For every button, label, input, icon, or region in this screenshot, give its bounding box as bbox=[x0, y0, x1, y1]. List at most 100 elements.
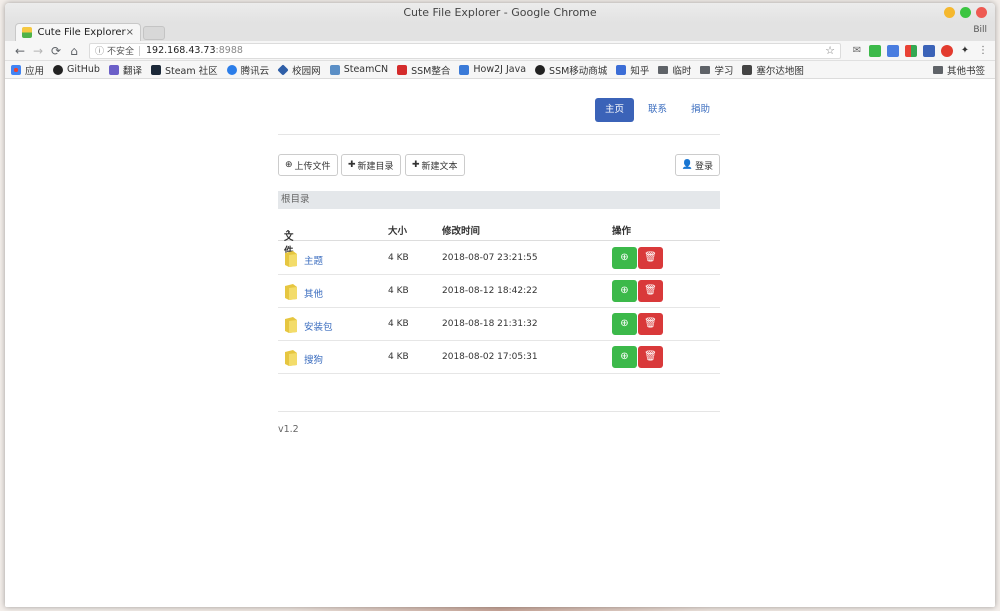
tab-cute-file-explorer[interactable]: Cute File Explorer × bbox=[15, 23, 141, 41]
page-content: 主页 联系 捐助 ⊕ 上传文件 ✚ 新建目录 ✚ 新建文本 👤 登录 根目录 文件 ⌃ 大… bbox=[5, 81, 995, 607]
modified-time: 2018-08-12 18:42:22 bbox=[442, 286, 538, 296]
sort-asc-icon: ⌃ bbox=[284, 229, 292, 240]
menu-dots-icon[interactable]: ⋮ bbox=[977, 45, 989, 57]
bookmark-ssm-mall[interactable]: SSM移动商城 bbox=[535, 63, 607, 77]
header-ops: 操作 bbox=[612, 226, 632, 237]
delete-button[interactable]: 🗑 bbox=[638, 280, 663, 302]
bookmark-tencent-cloud[interactable]: 腾讯云 bbox=[226, 63, 269, 77]
github-icon bbox=[53, 64, 64, 75]
window-title: Cute File Explorer - Google Chrome bbox=[403, 6, 597, 19]
header-mtime: 修改时间 bbox=[442, 226, 481, 237]
table-row: 安装包 4 KB 2018-08-18 21:31:32 ⊕ 🗑 bbox=[278, 308, 720, 341]
bookmark-steam-community[interactable]: Steam 社区 bbox=[150, 63, 218, 77]
bookmark-ssm[interactable]: SSM整合 bbox=[397, 63, 450, 77]
breadcrumb[interactable]: 根目录 bbox=[278, 191, 720, 209]
plus-icon: ✚ bbox=[348, 160, 356, 170]
map-icon bbox=[742, 64, 753, 75]
bookmark-temp[interactable]: 临时 bbox=[658, 63, 691, 77]
extensions: ✉ ✦ ⋮ bbox=[851, 44, 989, 57]
bookmark-apps[interactable]: 应用 bbox=[11, 63, 44, 77]
folder-icon bbox=[285, 317, 297, 333]
minimize-button[interactable] bbox=[944, 7, 955, 18]
folder-link[interactable]: 安装包 bbox=[304, 319, 333, 333]
nav-donate[interactable]: 捐助 bbox=[681, 98, 720, 122]
address-bar[interactable]: ⓘ 不安全 192.168.43.73 :8988 ☆ bbox=[89, 42, 841, 59]
browser-window: Cute File Explorer - Google Chrome Cute … bbox=[5, 3, 995, 607]
tab-strip: Cute File Explorer × Bill bbox=[5, 23, 995, 41]
action-toolbar: ⊕ 上传文件 ✚ 新建目录 ✚ 新建文本 👤 登录 bbox=[278, 154, 720, 176]
download-button[interactable]: ⊕ bbox=[612, 313, 637, 335]
ssm-icon bbox=[397, 64, 408, 75]
modified-time: 2018-08-02 17:05:31 bbox=[442, 352, 538, 362]
bookmark-study[interactable]: 学习 bbox=[700, 63, 733, 77]
top-navigation: 主页 联系 捐助 bbox=[594, 98, 720, 122]
file-size: 4 KB bbox=[388, 319, 409, 329]
delete-button[interactable]: 🗑 bbox=[638, 346, 663, 368]
security-label: 不安全 bbox=[107, 47, 135, 57]
close-window-button[interactable] bbox=[976, 7, 987, 18]
bookmark-zelda-map[interactable]: 塞尔达地图 bbox=[742, 63, 804, 77]
bookmark-steamcn[interactable]: SteamCN bbox=[329, 64, 388, 75]
nav-home[interactable]: 主页 bbox=[594, 98, 634, 122]
other-bookmarks[interactable]: 其他书签 bbox=[932, 61, 985, 79]
apps-grid-icon bbox=[11, 64, 21, 75]
bookmark-how2j[interactable]: How2J Java bbox=[459, 64, 526, 75]
home-icon[interactable]: ⌂ bbox=[65, 44, 83, 58]
footer-divider bbox=[278, 411, 720, 412]
maximize-button[interactable] bbox=[960, 7, 971, 18]
download-button[interactable]: ⊕ bbox=[612, 280, 637, 302]
download-button[interactable]: ⊕ bbox=[612, 247, 637, 269]
how2j-icon bbox=[459, 64, 470, 75]
puzzle-extension-icon[interactable] bbox=[923, 44, 935, 57]
trash-icon: 🗑 bbox=[644, 351, 657, 362]
header-size: 大小 bbox=[388, 226, 408, 237]
shield-icon[interactable] bbox=[869, 44, 881, 57]
folder-link[interactable]: 其他 bbox=[304, 286, 323, 300]
steam-icon bbox=[150, 64, 161, 75]
trash-icon: 🗑 bbox=[644, 318, 657, 329]
tab-close-icon[interactable]: × bbox=[126, 27, 134, 38]
reload-icon[interactable]: ⟳ bbox=[47, 44, 65, 58]
file-size: 4 KB bbox=[388, 352, 409, 362]
tampermonkey-icon[interactable]: ✦ bbox=[959, 45, 971, 57]
profile-name[interactable]: Bill bbox=[973, 25, 987, 35]
trash-icon: 🗑 bbox=[644, 252, 657, 263]
download-icon: ⊕ bbox=[620, 252, 629, 263]
bookmark-campus-net[interactable]: 校园网 bbox=[277, 63, 321, 77]
back-arrow-icon[interactable]: ← bbox=[11, 44, 29, 58]
header-divider bbox=[278, 134, 720, 135]
translate-icon[interactable] bbox=[887, 44, 899, 57]
delete-button[interactable]: 🗑 bbox=[638, 313, 663, 335]
window-controls bbox=[944, 7, 987, 18]
new-tab-button[interactable] bbox=[143, 26, 165, 40]
bookmark-zhihu[interactable]: 知乎 bbox=[616, 63, 649, 77]
user-icon: 👤 bbox=[681, 160, 693, 170]
address-divider bbox=[139, 45, 141, 56]
folder-link[interactable]: 搜狗 bbox=[304, 352, 323, 366]
file-size: 4 KB bbox=[388, 286, 409, 296]
grid-extension-icon[interactable] bbox=[905, 44, 917, 57]
info-icon[interactable]: ⓘ bbox=[95, 44, 107, 57]
new-directory-button[interactable]: ✚ 新建目录 bbox=[341, 154, 401, 176]
location-pin-icon[interactable] bbox=[941, 44, 953, 57]
folder-icon bbox=[285, 284, 297, 300]
bookmark-github[interactable]: GitHub bbox=[53, 64, 100, 75]
folder-link[interactable]: 主题 bbox=[304, 253, 323, 267]
forward-arrow-icon[interactable]: → bbox=[29, 44, 47, 58]
login-button[interactable]: 👤 登录 bbox=[674, 154, 720, 176]
new-text-button[interactable]: ✚ 新建文本 bbox=[405, 154, 465, 176]
bookmark-translate[interactable]: 翻译 bbox=[108, 63, 142, 77]
download-icon: ⊕ bbox=[620, 351, 629, 362]
zhihu-icon bbox=[616, 64, 627, 75]
download-button[interactable]: ⊕ bbox=[612, 346, 637, 368]
delete-button[interactable]: 🗑 bbox=[638, 247, 663, 269]
upload-file-button[interactable]: ⊕ 上传文件 bbox=[278, 154, 338, 176]
url-port: :8988 bbox=[215, 45, 243, 56]
nav-contact[interactable]: 联系 bbox=[638, 98, 677, 122]
bookmarks-bar: 应用 GitHub 翻译 Steam 社区 腾讯云 校园网 SteamCN SS… bbox=[5, 61, 995, 79]
bookmark-star-icon[interactable]: ☆ bbox=[825, 44, 835, 57]
modified-time: 2018-08-18 21:31:32 bbox=[442, 319, 538, 329]
download-icon: ⊕ bbox=[620, 318, 629, 329]
mail-icon[interactable]: ✉ bbox=[851, 45, 863, 57]
table-row: 其他 4 KB 2018-08-12 18:42:22 ⊕ 🗑 bbox=[278, 275, 720, 308]
